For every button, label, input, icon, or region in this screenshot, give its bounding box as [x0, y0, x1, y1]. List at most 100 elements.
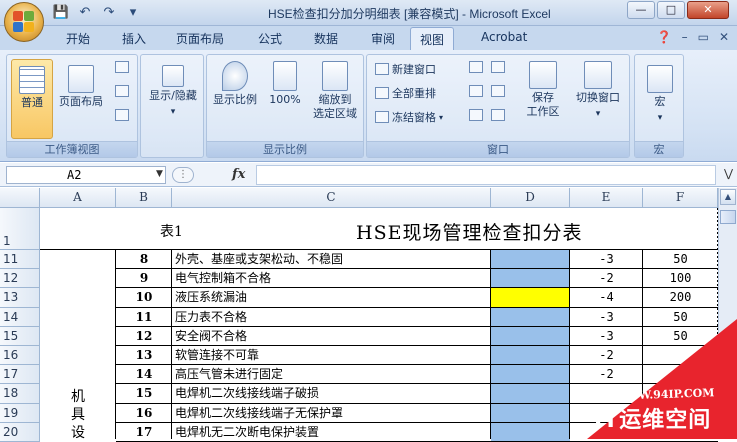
- row-header-17[interactable]: 17: [0, 365, 40, 385]
- tab-acrobat[interactable]: Acrobat: [481, 30, 527, 44]
- column-header-a[interactable]: A: [40, 188, 116, 208]
- item-number-cell[interactable]: 15: [116, 384, 172, 403]
- normal-view-button[interactable]: 普通: [11, 59, 53, 139]
- item-description-cell[interactable]: 电焊机无二次断电保护装置: [175, 423, 490, 442]
- row-header-19[interactable]: 19: [0, 403, 40, 423]
- row-header-16[interactable]: 16: [0, 346, 40, 366]
- row-header-20[interactable]: 20: [0, 422, 40, 442]
- hide-window-button[interactable]: [469, 61, 483, 73]
- highlight-cell[interactable]: [491, 403, 570, 423]
- formula-input[interactable]: [256, 165, 716, 185]
- row-header-15[interactable]: 15: [0, 326, 40, 346]
- row-header-13[interactable]: 13: [0, 288, 40, 308]
- deduct-points-cell[interactable]: -2: [570, 269, 643, 288]
- undo-icon[interactable]: ↶: [76, 4, 94, 22]
- workbook-close-icon[interactable]: ✕: [719, 30, 729, 44]
- save-icon[interactable]: 💾: [52, 4, 70, 22]
- item-number-cell[interactable]: 10: [116, 288, 172, 307]
- formula-round-button[interactable]: ⋮: [172, 167, 194, 183]
- redo-icon[interactable]: ↷: [100, 4, 118, 22]
- page-break-preview-button[interactable]: [115, 61, 129, 73]
- switch-windows-button[interactable]: 切换窗口 ▾: [569, 61, 627, 121]
- row-header-14[interactable]: 14: [0, 307, 40, 327]
- row-header-1[interactable]: 1: [0, 208, 40, 250]
- unhide-button[interactable]: [469, 109, 483, 121]
- tab-page-layout[interactable]: 页面布局: [176, 30, 224, 47]
- item-description-cell[interactable]: 软管连接不可靠: [175, 346, 490, 365]
- column-header-e[interactable]: E: [570, 188, 643, 208]
- custom-views-button[interactable]: [115, 85, 129, 97]
- column-header-f[interactable]: F: [643, 188, 718, 208]
- highlight-cell[interactable]: [491, 422, 570, 442]
- item-description-cell[interactable]: 液压系统漏油: [175, 288, 490, 307]
- help-icon[interactable]: ❓: [657, 30, 672, 44]
- tab-home[interactable]: 开始: [66, 30, 90, 47]
- tab-view[interactable]: 视图: [410, 27, 455, 51]
- item-description-cell[interactable]: 电焊机二次线接线端子无保护罩: [175, 404, 490, 423]
- page-layout-view-button[interactable]: 页面布局: [57, 65, 105, 109]
- save-workspace-button[interactable]: 保存 工作区: [521, 61, 565, 119]
- show-hide-button[interactable]: 显示/隐藏 ▾: [145, 65, 201, 119]
- amount-cell[interactable]: 50: [643, 250, 718, 269]
- item-description-cell[interactable]: 高压气管未进行固定: [175, 365, 490, 384]
- name-box[interactable]: A2: [6, 166, 166, 184]
- row-header-12[interactable]: 12: [0, 269, 40, 289]
- item-number-cell[interactable]: 16: [116, 404, 172, 423]
- expand-formula-bar-icon[interactable]: ⋁: [724, 167, 733, 180]
- highlight-cell[interactable]: [491, 346, 570, 366]
- macros-button[interactable]: 宏 ▾: [639, 65, 681, 125]
- item-description-cell[interactable]: 外壳、基座或支架松动、不稳固: [175, 250, 490, 269]
- amount-cell[interactable]: 100: [643, 269, 718, 288]
- amount-cell[interactable]: 200: [643, 288, 718, 307]
- highlight-cell[interactable]: [491, 250, 570, 270]
- item-number-cell[interactable]: 12: [116, 327, 172, 346]
- item-number-cell[interactable]: 8: [116, 250, 172, 269]
- customize-icon[interactable]: ▾: [124, 4, 142, 22]
- highlight-cell[interactable]: [491, 288, 570, 308]
- tab-insert[interactable]: 插入: [122, 30, 146, 47]
- maximize-button[interactable]: □: [657, 1, 685, 19]
- item-number-cell[interactable]: 13: [116, 346, 172, 365]
- row-header-11[interactable]: 11: [0, 250, 40, 270]
- item-description-cell[interactable]: 压力表不合格: [175, 308, 490, 327]
- item-number-cell[interactable]: 9: [116, 269, 172, 288]
- office-button[interactable]: [4, 2, 44, 42]
- tab-formulas[interactable]: 公式: [258, 30, 282, 47]
- full-screen-button[interactable]: [115, 109, 129, 121]
- workbook-restore-icon[interactable]: ▭: [698, 30, 709, 44]
- scroll-up-icon[interactable]: ▲: [720, 189, 736, 205]
- row-header-18[interactable]: 18: [0, 384, 40, 404]
- new-window-button[interactable]: 新建窗口: [375, 61, 436, 77]
- item-description-cell[interactable]: 安全阀不合格: [175, 327, 490, 346]
- item-description-cell[interactable]: 电焊机二次线接线端子破损: [175, 384, 490, 403]
- insert-function-button[interactable]: fx: [232, 167, 245, 182]
- select-all-corner[interactable]: [0, 188, 40, 208]
- synchronous-scrolling-button[interactable]: [491, 85, 505, 97]
- minimize-button[interactable]: —: [627, 1, 655, 19]
- scroll-thumb[interactable]: [720, 210, 736, 224]
- name-box-dropdown-icon[interactable]: ▼: [156, 169, 163, 179]
- highlight-cell[interactable]: [491, 307, 570, 327]
- workbook-minimize-icon[interactable]: –: [682, 30, 688, 44]
- zoom-to-selection-button[interactable]: 缩放到 选定区域: [307, 61, 363, 121]
- item-number-cell[interactable]: 17: [116, 423, 172, 442]
- deduct-points-cell[interactable]: -4: [570, 288, 643, 307]
- reset-window-position-button[interactable]: [491, 109, 505, 121]
- tab-review[interactable]: 审阅: [371, 30, 395, 47]
- item-description-cell[interactable]: 电气控制箱不合格: [175, 269, 490, 288]
- item-number-cell[interactable]: 11: [116, 308, 172, 327]
- split-button[interactable]: [469, 85, 483, 97]
- zoom-button[interactable]: 显示比例: [209, 61, 261, 107]
- highlight-cell[interactable]: [491, 365, 570, 385]
- highlight-cell[interactable]: [491, 384, 570, 404]
- zoom-100-button[interactable]: 100%: [265, 61, 305, 107]
- view-side-by-side-button[interactable]: [491, 61, 505, 73]
- item-number-cell[interactable]: 14: [116, 365, 172, 384]
- freeze-panes-button[interactable]: 冻结窗格 ▾: [375, 109, 443, 125]
- highlight-cell[interactable]: [491, 269, 570, 289]
- deduct-points-cell[interactable]: -3: [570, 250, 643, 269]
- column-header-d[interactable]: D: [491, 188, 570, 208]
- arrange-all-button[interactable]: 全部重排: [375, 85, 436, 101]
- tab-data[interactable]: 数据: [314, 30, 338, 47]
- close-button[interactable]: ✕: [687, 1, 729, 19]
